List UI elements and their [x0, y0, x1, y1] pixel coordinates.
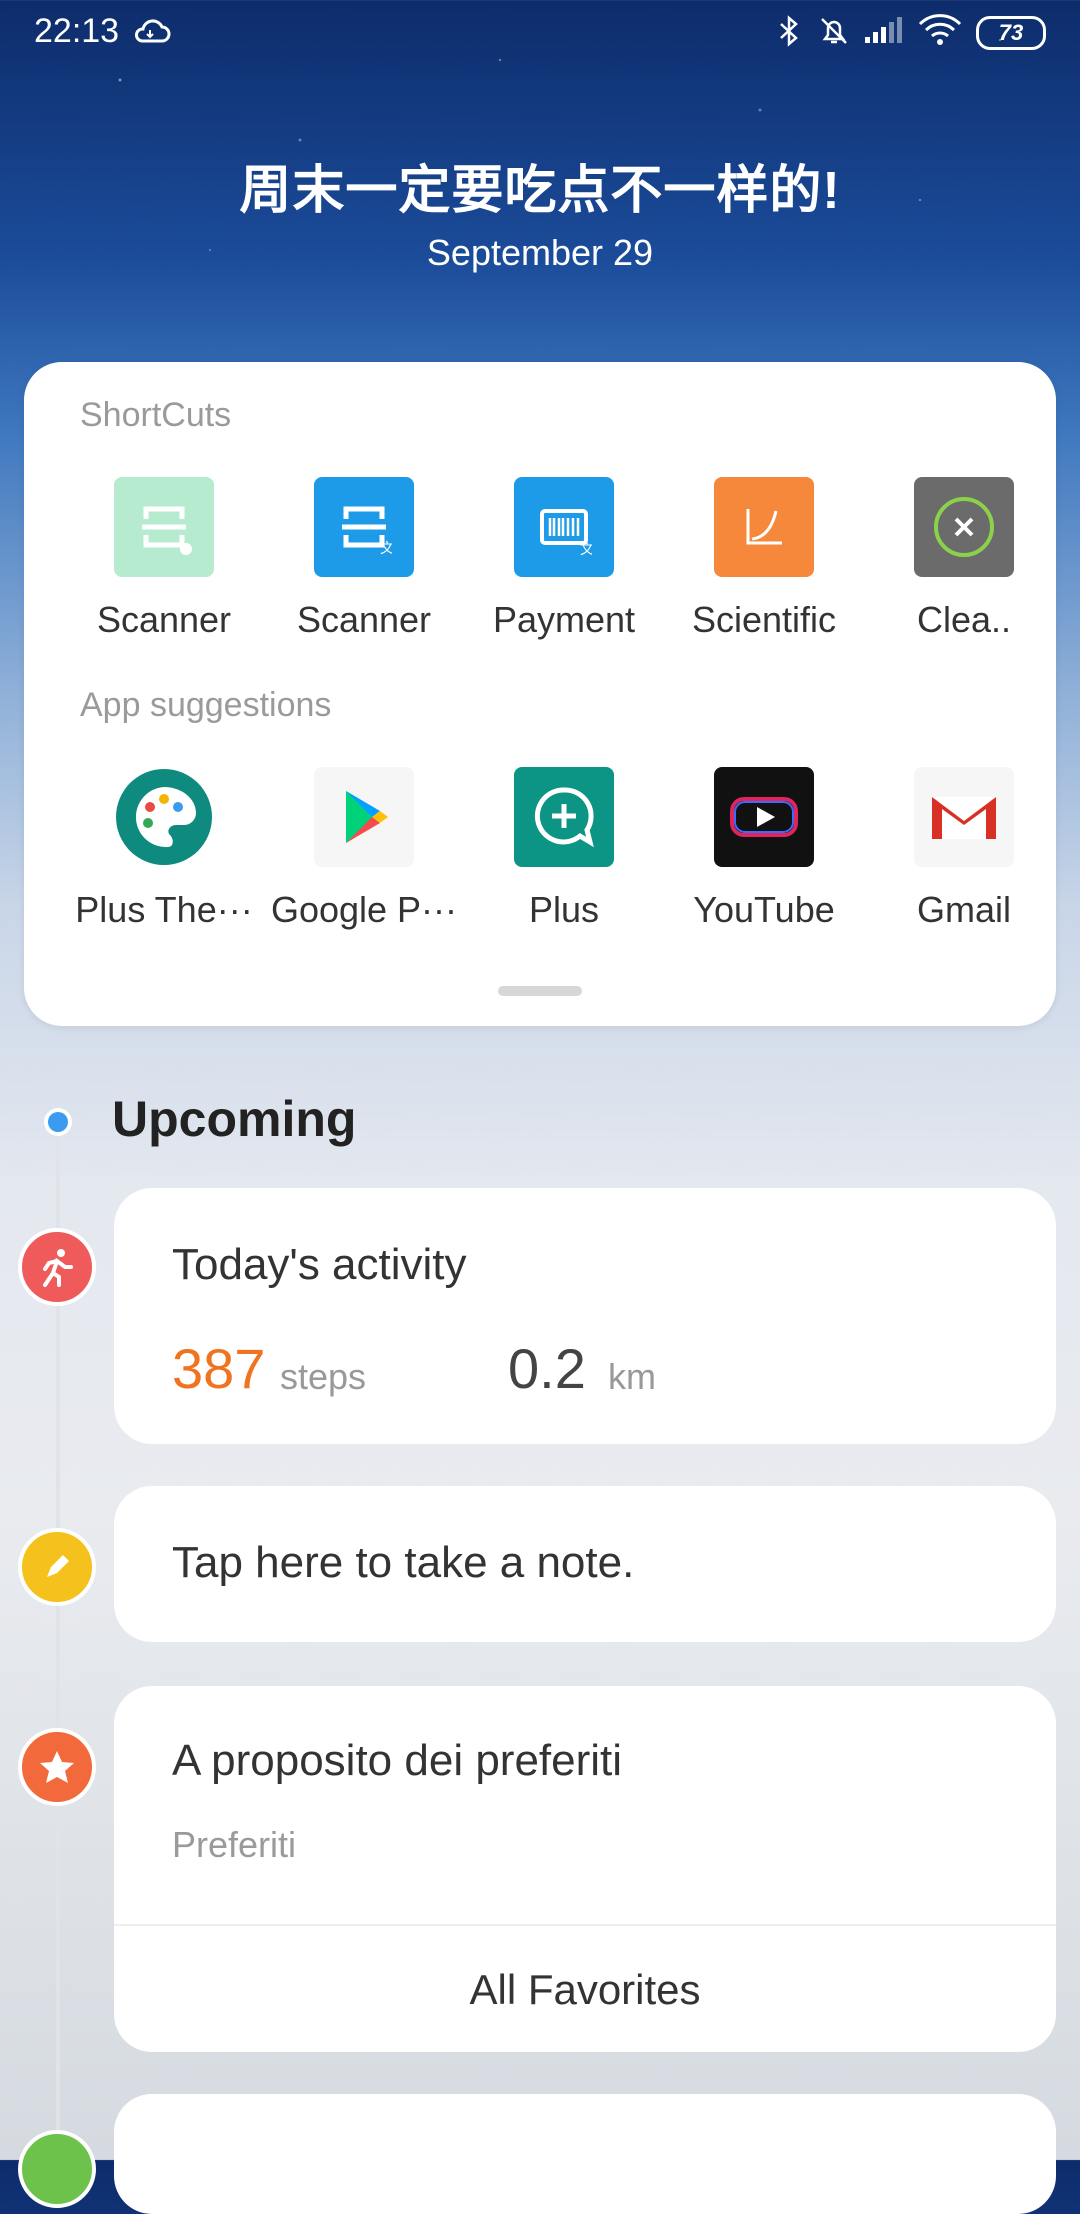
suggestions-label: App suggestions: [80, 686, 332, 724]
note-card[interactable]: Tap here to take a note.: [114, 1486, 1056, 1642]
shortcut-cleaner[interactable]: Clea..: [864, 477, 1064, 641]
shortcut-label: Scanner: [296, 599, 432, 640]
suggestion-youtube[interactable]: YouTube: [664, 767, 864, 931]
suggestions-row: Plus The··· Google P··· Plus YouTube Gma…: [24, 767, 1056, 967]
status-bar: 22:13 73: [0, 0, 1080, 64]
steps-value: 387: [172, 1337, 266, 1400]
shortcut-payment[interactable]: 文 Payment: [464, 477, 664, 641]
suggestion-label: Plus: [528, 889, 600, 930]
shortcut-label: Scanner: [96, 599, 232, 640]
gmail-icon: [914, 767, 1014, 867]
suggestion-gmail[interactable]: Gmail: [864, 767, 1064, 931]
shortcut-label: Payment: [492, 599, 636, 640]
next-item-icon: [18, 2130, 96, 2208]
panel-drag-handle[interactable]: [498, 986, 582, 996]
play-store-icon: [314, 767, 414, 867]
suggestion-label: Plus The···: [75, 889, 253, 930]
shortcut-label: Clea..: [916, 599, 1012, 640]
palette-icon: [114, 767, 214, 867]
star-icon: [18, 1728, 96, 1806]
suggestion-google-play[interactable]: Google P···: [264, 767, 464, 931]
bell-muted-icon: [816, 14, 852, 48]
running-icon: [18, 1228, 96, 1306]
scientific-calculator-icon: [714, 477, 814, 577]
suggestion-label: YouTube: [693, 889, 835, 930]
hero-title: 周末一定要吃点不一样的!: [239, 162, 841, 220]
barcode-payment-icon: 文: [514, 477, 614, 577]
suggestion-label: Gmail: [916, 889, 1011, 930]
favorites-card: A proposito dei preferiti Preferiti All …: [114, 1686, 1056, 2052]
bluetooth-icon: [776, 14, 802, 48]
next-card[interactable]: [114, 2094, 1056, 2214]
card-divider: [114, 1924, 1056, 1926]
timeline-dot: [44, 1108, 72, 1136]
shortcut-scanner[interactable]: Scanner: [64, 477, 264, 641]
steps-unit: steps: [280, 1356, 367, 1397]
activity-card[interactable]: Today's activity 387 steps 0.2 km: [114, 1188, 1056, 1444]
plus-chat-icon: [514, 767, 614, 867]
shortcut-scanner-translate[interactable]: 文 Scanner: [264, 477, 464, 641]
scanner-icon: [114, 477, 214, 577]
youtube-icon: [714, 767, 814, 867]
activity-title: Today's activity: [172, 1240, 467, 1289]
all-favorites-button[interactable]: All Favorites: [114, 1966, 1056, 2014]
cleaner-icon: [914, 477, 1014, 577]
shortcuts-label: ShortCuts: [80, 396, 232, 434]
scanner-translate-icon: 文: [314, 477, 414, 577]
shortcut-scientific[interactable]: Scientific: [664, 477, 864, 641]
shortcuts-row: Scanner 文 Scanner 文 Payment Scientific C…: [24, 477, 1056, 677]
hero-date: September 29: [426, 232, 654, 273]
distance-value: 0.2: [508, 1337, 586, 1400]
svg-text:文: 文: [380, 541, 392, 555]
battery-indicator: 73: [976, 16, 1046, 50]
suggestion-plus-themes[interactable]: Plus The···: [64, 767, 264, 931]
pencil-icon: [18, 1528, 96, 1606]
signal-icon: [862, 14, 904, 48]
suggestion-plus[interactable]: Plus: [464, 767, 664, 931]
favorites-title: A proposito dei preferiti: [172, 1736, 623, 1785]
svg-text:文: 文: [580, 542, 592, 555]
upcoming-heading: Upcoming: [112, 1091, 357, 1147]
shortcut-label: Scientific: [691, 599, 837, 640]
cloud-icon: [132, 14, 172, 48]
status-time: 22:13: [34, 12, 120, 50]
note-prompt: Tap here to take a note.: [172, 1538, 635, 1587]
favorites-subtitle: Preferiti: [172, 1824, 297, 1865]
suggestion-label: Google P···: [270, 889, 458, 930]
shortcuts-panel: ShortCuts Scanner 文 Scanner 文 Payment Sc…: [24, 362, 1056, 1026]
distance-unit: km: [608, 1356, 656, 1397]
wifi-icon: [916, 14, 964, 48]
